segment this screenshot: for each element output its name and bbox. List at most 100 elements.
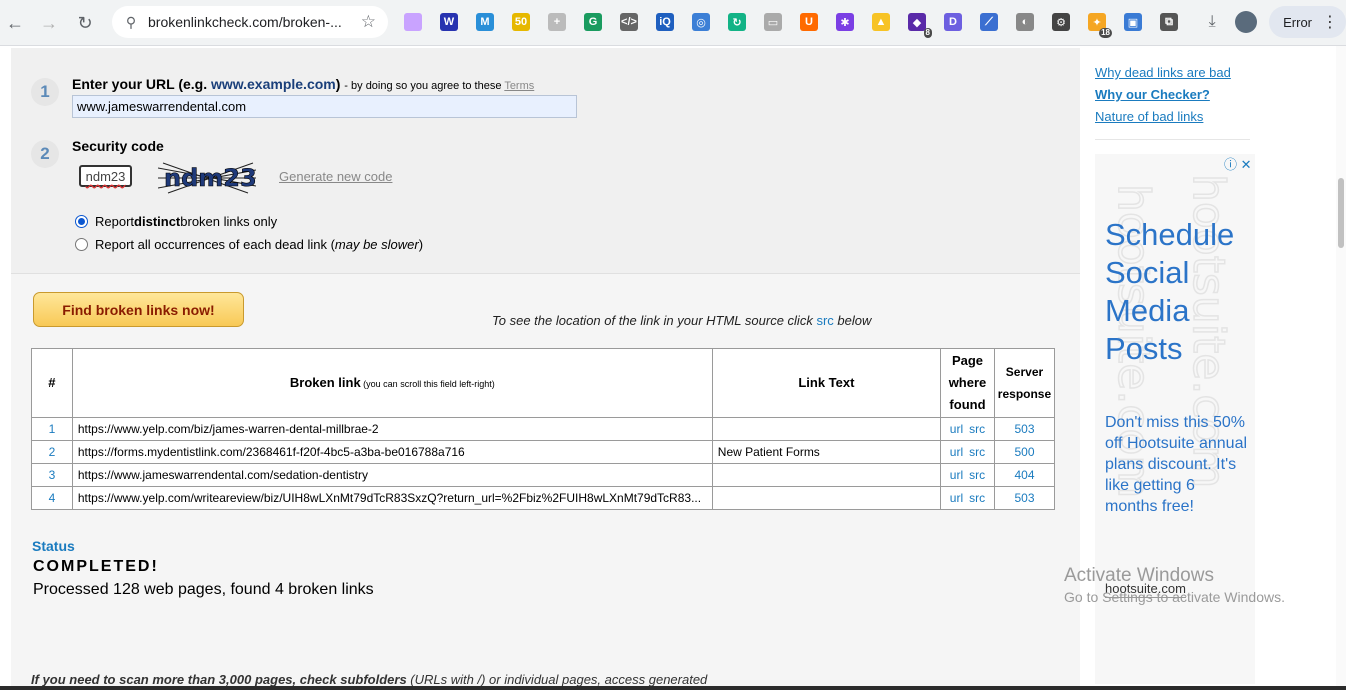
page-scrollbar[interactable] [1336, 46, 1346, 690]
ext-3-icon[interactable]: M [476, 13, 494, 31]
sidebar-link-why-checker[interactable]: Why our Checker? [1095, 84, 1231, 106]
col-link-note: (you can scroll this field left-right) [360, 378, 495, 389]
ext-4-icon[interactable]: 50 [512, 13, 530, 31]
ext-15-icon[interactable]: ◆ 8 [908, 13, 932, 38]
row-number-link[interactable]: 4 [49, 491, 56, 505]
error-button[interactable]: Error ⋮ [1269, 6, 1346, 38]
ext-20-badge: 18 [1099, 28, 1112, 38]
server-response-link[interactable]: 500 [1014, 445, 1034, 459]
radio-distinct-text-b: distinct [134, 214, 181, 229]
src-link[interactable]: src [969, 422, 985, 436]
ext-13-icon[interactable]: ✱ [836, 13, 854, 31]
url-link[interactable]: url [950, 445, 963, 459]
server-response-link[interactable]: 503 [1014, 422, 1034, 436]
src-hint-text-a: To see the location of the link in your … [492, 313, 817, 328]
row-number: 3 [31, 463, 73, 487]
sidebar-link-nature-bad-links[interactable]: Nature of bad links [1095, 106, 1231, 128]
ext-19-icon[interactable]: ⚙ [1052, 13, 1070, 31]
radio-all[interactable]: Report all occurrences of each dead link… [75, 237, 423, 252]
ad-body: Don't miss this 50% off Hootsuite annual… [1105, 414, 1248, 515]
col-page-line-3: found [949, 397, 986, 412]
ext-16-icon[interactable]: D [944, 13, 962, 31]
reload-icon[interactable]: ↻ [72, 10, 98, 36]
ext-17-icon[interactable]: ⟋ [980, 13, 998, 31]
src-link[interactable]: src [969, 468, 985, 482]
server-response-link[interactable]: 503 [1014, 491, 1034, 505]
security-code-input[interactable]: ndm23 [79, 165, 132, 187]
ext-21-icon[interactable]: ▣ [1124, 13, 1142, 31]
ext-8-icon[interactable]: iQ [656, 13, 674, 31]
col-resp-line-2: response [997, 387, 1052, 401]
ext-12-icon[interactable]: U [800, 13, 818, 31]
radio-distinct-text-a: Report [95, 214, 135, 229]
col-link-header: Broken link (you can scroll this field l… [71, 348, 713, 418]
url-agree-text: - by doing so you agree to these [344, 80, 505, 92]
url-input[interactable]: www.jameswarrendental.com [72, 95, 577, 118]
broken-link-cell[interactable]: https://www.jameswarrendental.com/sedati… [71, 463, 713, 487]
ext-7-icon[interactable]: </> [620, 13, 638, 31]
radio-distinct[interactable]: Report distinct broken links only [75, 214, 277, 229]
find-broken-links-button[interactable]: Find broken links now! [33, 292, 244, 327]
ext-10-icon[interactable]: ↻ [728, 13, 746, 31]
row-number-link[interactable]: 3 [49, 468, 56, 482]
terms-link[interactable]: Terms [504, 80, 534, 92]
col-text-header: Link Text [711, 348, 941, 418]
activate-windows-subtitle: Go to Settings to activate Windows. [1064, 589, 1285, 605]
ext-1-icon[interactable] [404, 13, 422, 31]
ext-20-icon[interactable]: ✦ 18 [1088, 13, 1112, 38]
page-where-found-cell: url src [939, 486, 995, 510]
src-hint-text-b: below [833, 313, 872, 328]
broken-link-cell[interactable]: https://www.yelp.com/writeareview/biz/UI… [71, 486, 713, 510]
src-link[interactable]: src [969, 491, 985, 505]
profile-avatar[interactable] [1235, 11, 1258, 33]
row-number-link[interactable]: 1 [49, 422, 56, 436]
radio-distinct-text-c: broken links only [180, 214, 278, 229]
address-url: brokenlinkcheck.com/broken-... [148, 14, 342, 30]
sidebar-link-why-dead-links[interactable]: Why dead links are bad [1095, 62, 1231, 84]
ext-18-icon[interactable]: ◐ [1016, 13, 1034, 31]
table-row: 4 https://www.yelp.com/writeareview/biz/U… [31, 486, 1056, 510]
src-link[interactable]: src [969, 445, 985, 459]
url-label-text: Enter your URL (e.g. [72, 76, 211, 92]
radio-distinct-button[interactable] [75, 215, 88, 228]
results-table: # Broken link (you can scroll this field… [31, 348, 1056, 510]
broken-link-cell[interactable]: https://www.yelp.com/biz/james-warren-de… [71, 417, 713, 441]
address-bar[interactable]: ⚲ brokenlinkcheck.com/broken-... ☆ [112, 6, 388, 38]
ext-6-icon[interactable]: G [584, 13, 602, 31]
more-menu-icon[interactable]: ⋮ [1322, 12, 1338, 32]
activate-windows-title: Activate Windows [1064, 565, 1214, 586]
ad-close-icon[interactable]: ⓘ ✕ [1224, 154, 1252, 173]
col-page-line-1: Page [951, 353, 984, 368]
bookmark-star-icon[interactable]: ☆ [361, 12, 376, 32]
url-link[interactable]: url [950, 491, 963, 505]
broken-link-cell[interactable]: https://forms.mydentistlink.com/2368461f… [71, 440, 713, 464]
sidebar-divider [1095, 139, 1250, 140]
status-heading: Status [32, 538, 75, 554]
row-number-link[interactable]: 2 [49, 445, 56, 459]
server-response-link[interactable]: 404 [1014, 468, 1034, 482]
processed-summary: Processed 128 web pages, found 4 broken … [33, 581, 374, 598]
ext-14-icon[interactable]: ▲ [872, 13, 890, 31]
site-info-icon[interactable]: ⚲ [122, 13, 140, 31]
col-resp-line-1: Server [1005, 365, 1044, 379]
activate-windows-notice: Activate Windows Go to Settings to activ… [1064, 565, 1285, 605]
ext-22-icon[interactable]: ⧉ [1160, 13, 1178, 31]
sidebar-links: Why dead links are bad Why our Checker? … [1095, 62, 1231, 128]
generate-code-link[interactable]: Generate new code [279, 169, 392, 184]
url-label-close: ) [335, 76, 345, 92]
forward-arrow-icon[interactable]: → [36, 10, 62, 36]
scrollbar-thumb[interactable] [1338, 178, 1344, 248]
url-link[interactable]: url [950, 468, 963, 482]
radio-all-button[interactable] [75, 238, 88, 251]
ext-11-icon[interactable]: ▭ [764, 13, 782, 31]
footer-note: If you need to scan more than 3,000 page… [31, 672, 707, 687]
back-arrow-icon[interactable]: ← [2, 10, 28, 36]
ext-5-icon[interactable]: + [548, 13, 566, 31]
src-hint: To see the location of the link in your … [492, 313, 871, 328]
ext-9-icon[interactable]: ◎ [692, 13, 710, 31]
ext-2-icon[interactable]: W [440, 13, 458, 31]
url-link[interactable]: url [950, 422, 963, 436]
src-hint-src: src [816, 313, 834, 328]
download-icon[interactable]: ⤓ [1201, 11, 1223, 33]
ad-headline: Schedule Social Media Posts [1105, 217, 1235, 366]
